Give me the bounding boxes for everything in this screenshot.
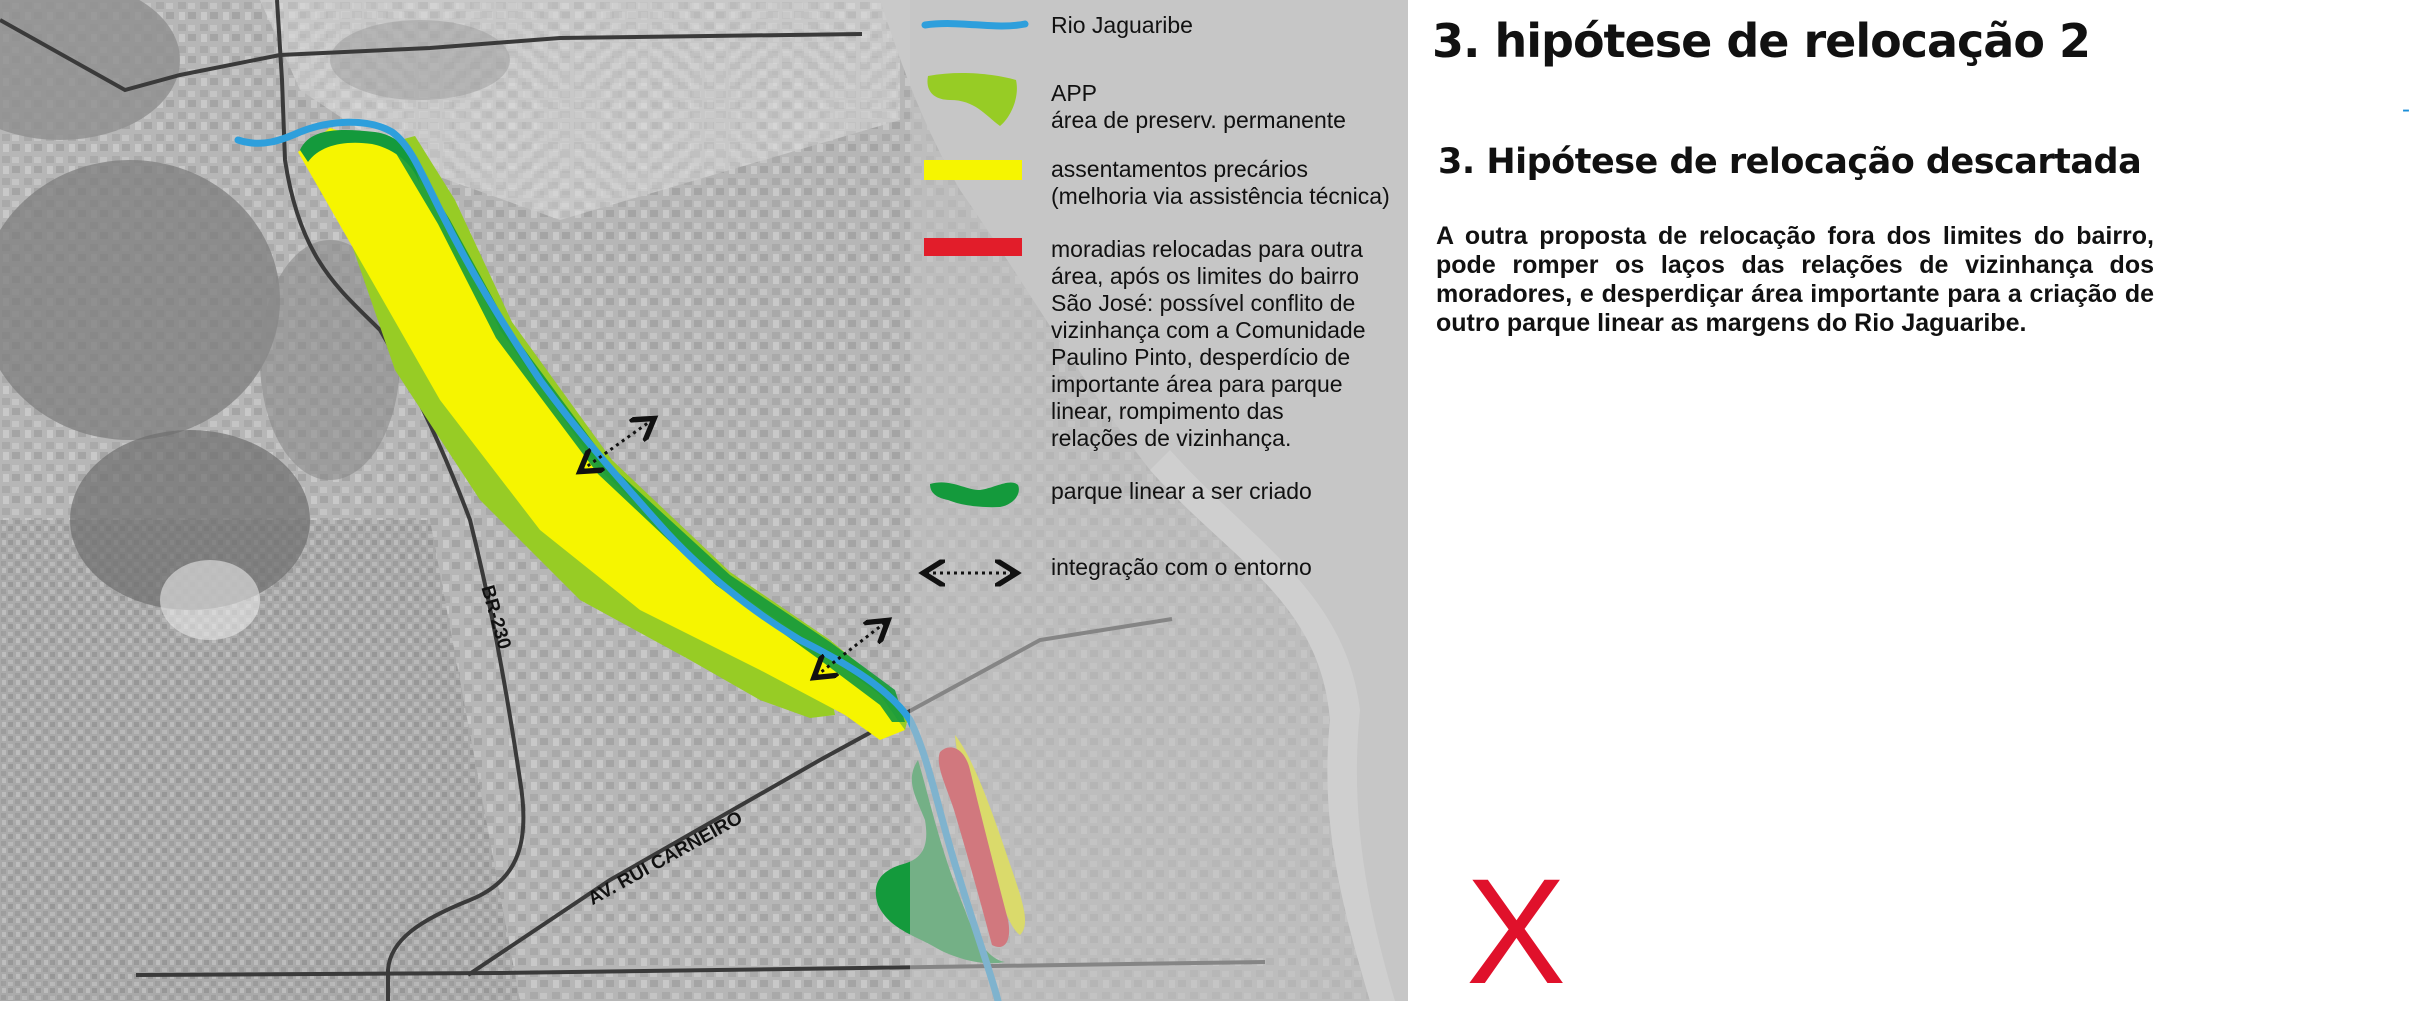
satellite-map: BR-230 AV. RUI CARNEIRO Rio Jaguaribe AP… [0, 0, 1408, 1001]
relocated-legend-icon [924, 238, 1022, 256]
legend-relocated-label: moradias relocadas para outra área, após… [1051, 236, 1366, 451]
legend-integration-label: integração com o entorno [1051, 554, 1312, 580]
slide-subtitle: 3. Hipótese de relocação descartada [1438, 142, 2142, 182]
slide-title: 3. hipótese de relocação 2 [1432, 14, 2091, 68]
legend-settlement-label: assentamentos precários (melhoria via as… [1051, 156, 1390, 209]
dash-mark: - [2402, 96, 2410, 123]
legend-app-label: APP área de preserv. permanente [1051, 80, 1346, 133]
slide-body-text: A outra proposta de relocação fora dos l… [1436, 222, 2154, 337]
legend-park-label: parque linear a ser criado [1051, 478, 1312, 504]
reject-x-mark: X [1466, 847, 1567, 1015]
legend-river-label: Rio Jaguaribe [1051, 12, 1193, 38]
settlement-legend-icon [924, 160, 1022, 180]
river-legend-icon [921, 20, 1029, 30]
